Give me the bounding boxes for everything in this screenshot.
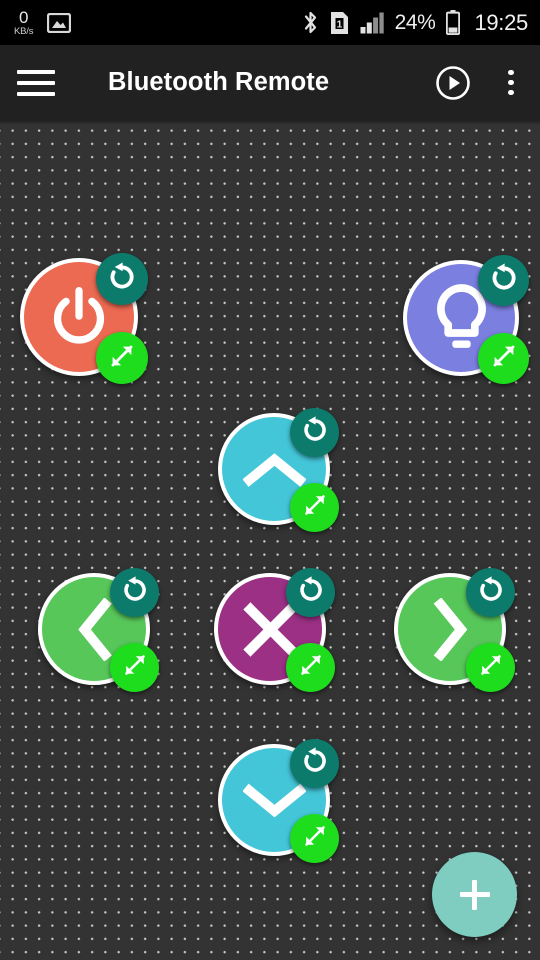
rotate-handle-left[interactable] — [110, 568, 159, 617]
resize-diagonal-icon — [106, 340, 138, 377]
overflow-dots — [508, 69, 514, 96]
page-title: Bluetooth Remote — [108, 68, 330, 96]
resize-handle-left[interactable] — [110, 643, 159, 692]
play-circle-icon[interactable] — [424, 45, 482, 120]
remote-widget-cancel[interactable] — [214, 568, 353, 712]
chevron-up-icon — [242, 450, 306, 488]
rotate-icon — [476, 575, 506, 610]
resize-diagonal-icon — [300, 821, 330, 856]
status-bar-clock: 19:25 — [474, 9, 528, 35]
rotate-icon — [488, 262, 520, 299]
resize-handle-ok[interactable] — [290, 814, 339, 863]
plus-icon-vertical — [472, 879, 477, 910]
signal-bars-icon — [360, 12, 384, 34]
remote-widget-ok[interactable] — [218, 739, 357, 883]
network-speed-value: 0 — [19, 7, 29, 27]
network-speed-indicator: 0 KB/s — [14, 9, 33, 37]
status-bar-right: 1 24% 19:25 — [302, 10, 528, 36]
check-icon — [242, 781, 306, 819]
remote-widget-light[interactable] — [403, 255, 540, 404]
add-button-fab[interactable] — [432, 852, 517, 937]
rotate-handle-ok[interactable] — [290, 739, 339, 788]
status-bar: 0 KB/s 1 24% 19:25 — [0, 0, 540, 45]
hamburger-lines — [17, 69, 55, 96]
rotate-handle-right[interactable] — [466, 568, 515, 617]
resize-diagonal-icon — [296, 650, 326, 685]
remote-widget-right[interactable] — [394, 568, 533, 712]
resize-handle-light[interactable] — [478, 333, 529, 384]
remote-canvas[interactable] — [0, 120, 540, 960]
more-vertical-icon[interactable] — [482, 45, 540, 120]
resize-diagonal-icon — [488, 340, 520, 377]
rotate-icon — [300, 746, 330, 781]
rotate-icon — [120, 575, 150, 610]
resize-handle-power[interactable] — [96, 332, 148, 384]
bluetooth-icon — [302, 10, 319, 35]
app-bar: Bluetooth Remote — [0, 45, 540, 120]
remote-widget-up[interactable] — [218, 408, 357, 552]
rotate-handle-cancel[interactable] — [286, 568, 335, 617]
rotate-handle-light[interactable] — [478, 255, 529, 306]
battery-icon — [446, 10, 461, 35]
hamburger-menu-icon[interactable] — [0, 45, 72, 120]
rotate-handle-up[interactable] — [290, 408, 339, 457]
sim-card-1-icon: 1 — [330, 11, 349, 35]
resize-handle-cancel[interactable] — [286, 643, 335, 692]
remote-widget-left[interactable] — [38, 568, 177, 712]
svg-text:1: 1 — [336, 18, 342, 30]
rotate-icon — [300, 415, 330, 450]
chevron-left-icon — [75, 597, 113, 661]
rotate-icon — [296, 575, 326, 610]
network-speed-unit: KB/s — [14, 25, 34, 37]
resize-diagonal-icon — [300, 490, 330, 525]
status-bar-left: 0 KB/s — [14, 9, 72, 37]
resize-handle-right[interactable] — [466, 643, 515, 692]
rotate-handle-power[interactable] — [96, 253, 148, 305]
remote-widget-power[interactable] — [20, 253, 167, 405]
resize-handle-up[interactable] — [290, 483, 339, 532]
rotate-icon — [106, 261, 138, 298]
image-icon — [47, 12, 72, 33]
resize-diagonal-icon — [476, 650, 506, 685]
battery-percent: 24% — [394, 10, 436, 34]
chevron-right-icon — [431, 597, 469, 661]
resize-diagonal-icon — [120, 650, 150, 685]
